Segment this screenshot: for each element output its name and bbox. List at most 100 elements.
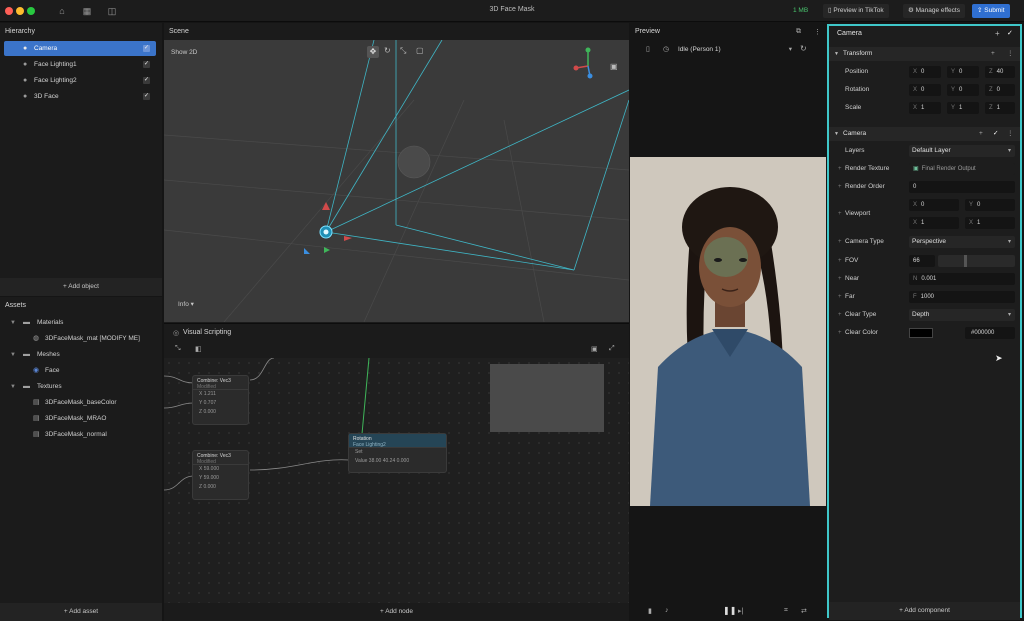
rotation-x-input[interactable]: X0 bbox=[909, 84, 941, 96]
add-icon[interactable]: + bbox=[979, 127, 983, 141]
minimap[interactable] bbox=[490, 364, 604, 432]
submit-button[interactable]: ⇪ Submit bbox=[972, 4, 1010, 18]
add-icon[interactable]: + bbox=[995, 29, 1000, 38]
expand-icon[interactable]: + bbox=[838, 273, 842, 285]
asset-texture[interactable]: ▤ 3DFaceMask_MRAO bbox=[10, 413, 160, 425]
preview-mode-select[interactable]: Idle (Person 1) ▾ bbox=[678, 44, 792, 56]
clear-type-dropdown[interactable]: Depth ▾ bbox=[909, 309, 1015, 321]
viewport-x-input[interactable]: X0 bbox=[909, 199, 959, 211]
hierarchy-item-face-lighting2[interactable]: ● Face Lighting2 ✓ bbox=[4, 73, 156, 88]
collapse-icon[interactable]: ⤡ bbox=[175, 345, 181, 353]
layers-dropdown[interactable]: Default Layer ▾ bbox=[909, 145, 1015, 157]
swap-camera-icon[interactable]: ⇄ bbox=[801, 607, 807, 615]
fov-slider-handle[interactable] bbox=[964, 255, 967, 267]
expand-icon[interactable]: + bbox=[838, 236, 842, 248]
camera-section-header[interactable]: ▼ Camera + ✓ ⋮ bbox=[829, 127, 1020, 141]
popout-icon[interactable]: ⧉ bbox=[796, 28, 801, 36]
scale-tool-icon[interactable]: ⤡ bbox=[400, 46, 406, 56]
hierarchy-item-camera[interactable]: ● Camera ✓ bbox=[4, 41, 156, 56]
node-field[interactable]: Z 0.000 bbox=[193, 408, 248, 417]
render-order-input[interactable]: 0 bbox=[909, 181, 1015, 193]
clear-color-hex-input[interactable]: #000000 bbox=[965, 327, 1015, 339]
asset-texture[interactable]: ▤ 3DFaceMask_normal bbox=[10, 429, 160, 441]
rotate-tool-icon[interactable]: ↻ bbox=[384, 46, 391, 55]
expand-icon[interactable]: + bbox=[838, 309, 842, 321]
asset-texture[interactable]: ▤ 3DFaceMask_baseColor bbox=[10, 397, 160, 409]
save-graph-icon[interactable]: ▣ bbox=[591, 345, 598, 353]
fov-slider[interactable] bbox=[938, 255, 1015, 267]
asset-mesh[interactable]: ◉ Face bbox=[10, 365, 160, 377]
rotation-z-input[interactable]: Z0 bbox=[985, 84, 1015, 96]
phone-preview-icon[interactable]: ▮ bbox=[648, 607, 652, 615]
history-icon[interactable]: ◷ bbox=[663, 45, 669, 53]
scene-viewport[interactable]: Show 2D ✥ ↻ ⤡ ▢ ▣ Info ▾ bbox=[164, 40, 629, 322]
asset-material[interactable]: ◍ 3DFaceMask_mat [MODIFY ME] bbox=[10, 333, 160, 345]
show-2d-toggle[interactable]: Show 2D bbox=[171, 49, 197, 56]
far-input[interactable]: F 1000 bbox=[909, 291, 1015, 303]
enable-checkbox[interactable]: ✓ bbox=[1007, 29, 1013, 37]
node-field[interactable]: Y 0.707 bbox=[193, 399, 248, 408]
visual-scripting-canvas[interactable]: Combine: Vec3 Modified X 1.211 Y 0.707 Z … bbox=[164, 358, 629, 621]
near-input[interactable]: N 0.001 bbox=[909, 273, 1015, 285]
comment-icon[interactable]: ◧ bbox=[195, 345, 202, 353]
add-icon[interactable]: + bbox=[991, 47, 995, 61]
visibility-checkbox[interactable]: ✓ bbox=[143, 45, 150, 52]
step-forward-icon[interactable]: ▸| bbox=[738, 607, 743, 615]
node-field[interactable]: Y 59.000 bbox=[193, 474, 248, 483]
hierarchy-item-face-lighting1[interactable]: ● Face Lighting1 ✓ bbox=[4, 57, 156, 72]
node-field[interactable]: Value 38.00 40.24 0.000 bbox=[349, 457, 446, 466]
move-tool-icon[interactable]: ✥ bbox=[367, 46, 379, 58]
more-icon[interactable]: ⋮ bbox=[814, 28, 821, 36]
fov-input[interactable]: 66 bbox=[909, 255, 935, 267]
position-y-input[interactable]: Y0 bbox=[947, 66, 979, 78]
scale-z-input[interactable]: Z1 bbox=[985, 102, 1015, 114]
hierarchy-item-3d-face[interactable]: ● 3D Face ✓ bbox=[4, 89, 156, 104]
expand-arrow-icon[interactable]: ▼ bbox=[10, 381, 16, 393]
asset-folder-textures[interactable]: ▼ ▬ Textures bbox=[10, 381, 160, 393]
orientation-gizmo-icon[interactable] bbox=[568, 46, 608, 86]
camera-view-icon[interactable]: ▣ bbox=[610, 62, 618, 71]
expand-arrow-icon[interactable]: ▼ bbox=[10, 349, 16, 361]
rotation-y-input[interactable]: Y0 bbox=[947, 84, 979, 96]
combine-vec3-node[interactable]: Combine: Vec3 Modified X 1.211 Y 0.707 Z … bbox=[192, 375, 249, 425]
node-field[interactable]: X 59.000 bbox=[193, 465, 248, 474]
rect-tool-icon[interactable]: ▢ bbox=[416, 46, 424, 55]
asset-folder-meshes[interactable]: ▼ ▬ Meshes bbox=[10, 349, 160, 361]
position-z-input[interactable]: Z 40 bbox=[985, 66, 1015, 78]
refresh-icon[interactable]: ↻ bbox=[800, 44, 807, 53]
transform-section-header[interactable]: ▼ Transform + ⋮ bbox=[829, 47, 1020, 61]
add-asset-button[interactable]: + Add asset bbox=[0, 603, 162, 621]
expand-icon[interactable]: + bbox=[838, 291, 842, 303]
expand-icon[interactable]: + bbox=[838, 255, 842, 267]
viewport-w-input[interactable]: X1 bbox=[909, 217, 959, 229]
rotation-node[interactable]: Rotation Face Lighting2 Set Value 38.00 4… bbox=[348, 433, 447, 473]
manage-effects-button[interactable]: ⚙ Manage effects bbox=[903, 4, 965, 18]
tiktok-icon[interactable]: ♪ bbox=[665, 607, 669, 614]
visibility-checkbox[interactable]: ✓ bbox=[143, 61, 150, 68]
scale-y-input[interactable]: Y1 bbox=[947, 102, 979, 114]
expand-panel-icon[interactable]: ⤢ bbox=[609, 345, 615, 353]
preview-in-tiktok-button[interactable]: ▯ Preview in TikTok bbox=[823, 4, 889, 18]
enable-checkbox[interactable]: ✓ bbox=[993, 127, 998, 141]
visibility-checkbox[interactable]: ✓ bbox=[143, 93, 150, 100]
camera-type-dropdown[interactable]: Perspective ▾ bbox=[909, 236, 1015, 248]
add-component-button[interactable]: + Add component bbox=[829, 602, 1020, 620]
combine-vec3-node[interactable]: Combine: Vec3 Modified X 59.000 Y 59.000 … bbox=[192, 450, 249, 500]
visibility-checkbox[interactable]: ✓ bbox=[143, 77, 150, 84]
expand-icon[interactable]: + bbox=[838, 181, 842, 193]
pause-icon[interactable]: ❚❚ bbox=[723, 606, 736, 615]
crop-icon[interactable]: ⌗ bbox=[784, 607, 788, 615]
more-icon[interactable]: ⋮ bbox=[1007, 127, 1014, 141]
viewport-h-input[interactable]: X1 bbox=[965, 217, 1015, 229]
node-field[interactable]: X 1.211 bbox=[193, 390, 248, 399]
more-icon[interactable]: ⋮ bbox=[1007, 47, 1014, 61]
position-x-input[interactable]: X0 bbox=[909, 66, 941, 78]
node-field[interactable]: Z 0.000 bbox=[193, 483, 248, 492]
render-texture-field[interactable]: ▣ Final Render Output bbox=[909, 163, 1015, 175]
add-object-button[interactable]: + Add object bbox=[0, 278, 162, 296]
viewport-y-input[interactable]: Y0 bbox=[965, 199, 1015, 211]
device-icon[interactable]: ▯ bbox=[646, 45, 650, 53]
expand-arrow-icon[interactable]: ▼ bbox=[10, 317, 16, 329]
clear-color-swatch[interactable] bbox=[909, 328, 933, 338]
info-toggle[interactable]: Info ▾ bbox=[178, 300, 194, 308]
